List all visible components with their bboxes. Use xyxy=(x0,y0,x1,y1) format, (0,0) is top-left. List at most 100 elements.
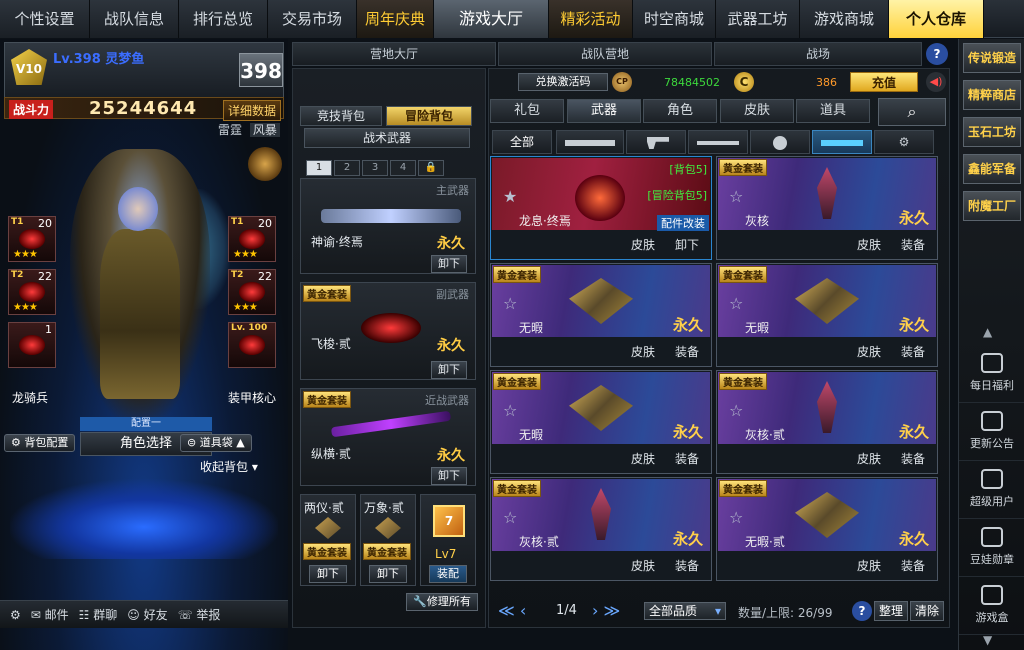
sidebar-gold-item-0[interactable]: 传说锻造 xyxy=(963,43,1021,73)
weapon-card[interactable]: 黄金套装 ☆ 灰核·贰 永久 皮肤 装备 xyxy=(716,370,938,474)
tab-team-camp[interactable]: 战队营地 xyxy=(498,42,712,66)
throwable-slot[interactable]: 两仪·贰 黄金套装 卸下 xyxy=(300,494,356,586)
unequip-button[interactable]: 卸下 xyxy=(309,565,347,583)
nav-tab-3[interactable]: 交易市场 xyxy=(268,0,357,38)
filter-all[interactable]: 全部 xyxy=(492,130,552,154)
right-equip-slot[interactable]: Lv. 100 xyxy=(228,322,276,368)
melee-weapon-card[interactable]: 黄金套装 近战武器 纵横·贰 永久 卸下 xyxy=(300,388,476,486)
category-tab-3[interactable]: 皮肤 xyxy=(720,99,794,123)
redeem-code-button[interactable]: 兑换激活码 xyxy=(518,73,608,91)
equip-button[interactable]: 装备 xyxy=(893,343,933,363)
help-icon[interactable]: ? xyxy=(852,601,872,621)
equip-button[interactable]: 装备 xyxy=(893,450,933,470)
rifle-filter-icon[interactable] xyxy=(556,130,624,154)
sidebar-item-2[interactable]: 超级用户 xyxy=(959,461,1024,519)
sort-button[interactable]: 整理 xyxy=(874,601,908,621)
scroll-up-icon[interactable]: ▲ xyxy=(983,325,992,339)
equip-button[interactable]: 装备 xyxy=(667,343,707,363)
tag-thunder[interactable]: 雷霆 xyxy=(218,123,242,137)
equip-button[interactable]: 装配 xyxy=(429,565,467,583)
friends-button[interactable]: ☺ 好友 xyxy=(127,606,167,623)
skin-button[interactable]: 皮肤 xyxy=(623,236,663,256)
throwable-slot[interactable]: 7 Lv7 装配 xyxy=(420,494,476,586)
settings-icon[interactable]: ⚙ xyxy=(10,608,21,622)
weapon-card[interactable]: 黄金套装 ☆ 无暇 永久 皮肤 装备 xyxy=(490,263,712,367)
unequip-button[interactable]: 卸下 xyxy=(431,255,467,273)
nav-tab-9[interactable]: 游戏商城 xyxy=(800,0,889,38)
loadout-page-4[interactable]: 4 xyxy=(390,160,416,176)
nav-tab-1[interactable]: 战队信息 xyxy=(90,0,179,38)
repair-all-button[interactable]: 🔧修理所有 xyxy=(406,593,478,611)
collapse-bag-button[interactable]: 收起背包 ▾ xyxy=(200,458,258,475)
skin-button[interactable]: 皮肤 xyxy=(623,450,663,470)
prev-page-icon[interactable]: ≪ ‹ xyxy=(498,601,526,620)
nav-tab-2[interactable]: 排行总览 xyxy=(179,0,268,38)
sidebar-item-0[interactable]: 每日福利 xyxy=(959,345,1024,403)
equip-button[interactable]: 装备 xyxy=(893,557,933,577)
tab-arena-bag[interactable]: 竞技背包 xyxy=(300,106,382,126)
detail-data-button[interactable]: 详细数据 xyxy=(222,100,281,121)
category-tab-1[interactable]: 武器 xyxy=(567,99,641,123)
weapon-card[interactable]: 黄金套装 ☆ 灰核·贰 永久 皮肤 装备 xyxy=(490,477,712,581)
left-equip-slot[interactable]: T1 20 ★★★ xyxy=(8,216,56,262)
secondary-weapon-card[interactable]: 黄金套装 副武器 飞梭·贰 永久 卸下 xyxy=(300,282,476,380)
primary-weapon-card[interactable]: 主武器 神谕·终焉 永久 卸下 xyxy=(300,178,476,274)
tactical-weapons-header[interactable]: 战术武器 xyxy=(304,128,470,148)
pistol-filter-icon[interactable] xyxy=(626,130,686,154)
loadout-page-3[interactable]: 3 xyxy=(362,160,388,176)
category-tab-0[interactable]: 礼包 xyxy=(490,99,564,123)
left-equip-slot[interactable]: T2 22 ★★★ xyxy=(8,269,56,315)
skin-button[interactable]: 皮肤 xyxy=(849,343,889,363)
unequip-button[interactable]: 卸下 xyxy=(667,236,707,256)
equip-button[interactable]: 装备 xyxy=(667,450,707,470)
report-button[interactable]: ☏ 举报 xyxy=(178,606,221,623)
clear-button[interactable]: 清除 xyxy=(910,601,944,621)
nav-tab-10[interactable]: 个人仓库 xyxy=(889,0,984,38)
bag-config-button[interactable]: ⚙ 背包配置 xyxy=(4,434,76,452)
tab-camp-hall[interactable]: 营地大厅 xyxy=(292,42,496,66)
skin-button[interactable]: 皮肤 xyxy=(849,236,889,256)
nav-tab-6[interactable]: 精彩活动 xyxy=(549,0,633,38)
sidebar-item-3[interactable]: 豆娃勋章 xyxy=(959,519,1024,577)
weapon-card[interactable]: ★ 龙息·终焉 [背包5] [冒险背包5] 配件改装 皮肤 卸下 xyxy=(490,156,712,260)
mod-button[interactable]: 配件改装 xyxy=(657,215,709,231)
sidebar-item-1[interactable]: 更新公告 xyxy=(959,403,1024,461)
weapon-card[interactable]: 黄金套装 ☆ 无暇 永久 皮肤 装备 xyxy=(716,263,938,367)
scroll-down-icon[interactable]: ▼ xyxy=(983,633,992,647)
tab-adventure-bag[interactable]: 冒险背包 xyxy=(386,106,472,126)
sidebar-gold-item-3[interactable]: 鑫能军备 xyxy=(963,154,1021,184)
skin-button[interactable]: 皮肤 xyxy=(623,557,663,577)
equip-button[interactable]: 装备 xyxy=(667,557,707,577)
left-equip-slot[interactable]: 1 xyxy=(8,322,56,368)
weapon-card[interactable]: 黄金套装 ☆ 无暇 永久 皮肤 装备 xyxy=(490,370,712,474)
weapon-card[interactable]: 黄金套装 ☆ 灰核 永久 皮肤 装备 xyxy=(716,156,938,260)
nav-tab-4[interactable]: 周年庆典 xyxy=(357,0,434,38)
unequip-button[interactable]: 卸下 xyxy=(369,565,407,583)
sidebar-gold-item-1[interactable]: 精粹商店 xyxy=(963,80,1021,110)
unequip-button[interactable]: 卸下 xyxy=(431,467,467,485)
skin-button[interactable]: 皮肤 xyxy=(849,557,889,577)
group-chat-button[interactable]: ☷ 群聊 xyxy=(79,606,118,623)
tool-bag-button[interactable]: ⊜ 道具袋 ▲ xyxy=(180,434,252,452)
equip-button[interactable]: 装备 xyxy=(893,236,933,256)
skin-button[interactable]: 皮肤 xyxy=(849,450,889,470)
nav-tab-5[interactable]: 游戏大厅 xyxy=(434,0,549,38)
config-label[interactable]: 配置一 xyxy=(80,417,212,431)
tab-battlefield[interactable]: 战场 xyxy=(714,42,922,66)
search-icon[interactable]: ⌕ xyxy=(878,98,946,126)
recharge-button[interactable]: 充值 xyxy=(850,72,918,92)
knife-filter-icon[interactable] xyxy=(688,130,748,154)
loadout-page-2[interactable]: 2 xyxy=(334,160,360,176)
category-tab-4[interactable]: 道具 xyxy=(796,99,870,123)
nav-tab-0[interactable]: 个性设置 xyxy=(0,0,90,38)
sidebar-item-4[interactable]: 游戏盒 xyxy=(959,577,1024,635)
tag-storm[interactable]: 风暴 xyxy=(249,123,280,137)
unequip-button[interactable]: 卸下 xyxy=(431,361,467,379)
sound-icon[interactable]: ◀) xyxy=(926,72,946,92)
grenade-filter-icon[interactable] xyxy=(750,130,810,154)
skin-button[interactable]: 皮肤 xyxy=(623,343,663,363)
quality-select[interactable]: 全部品质 ▾ xyxy=(644,602,726,620)
sidebar-gold-item-4[interactable]: 附魔工厂 xyxy=(963,191,1021,221)
mail-button[interactable]: ✉ 邮件 xyxy=(31,606,69,623)
throwable-slot[interactable]: 万象·贰 黄金套装 卸下 xyxy=(360,494,416,586)
